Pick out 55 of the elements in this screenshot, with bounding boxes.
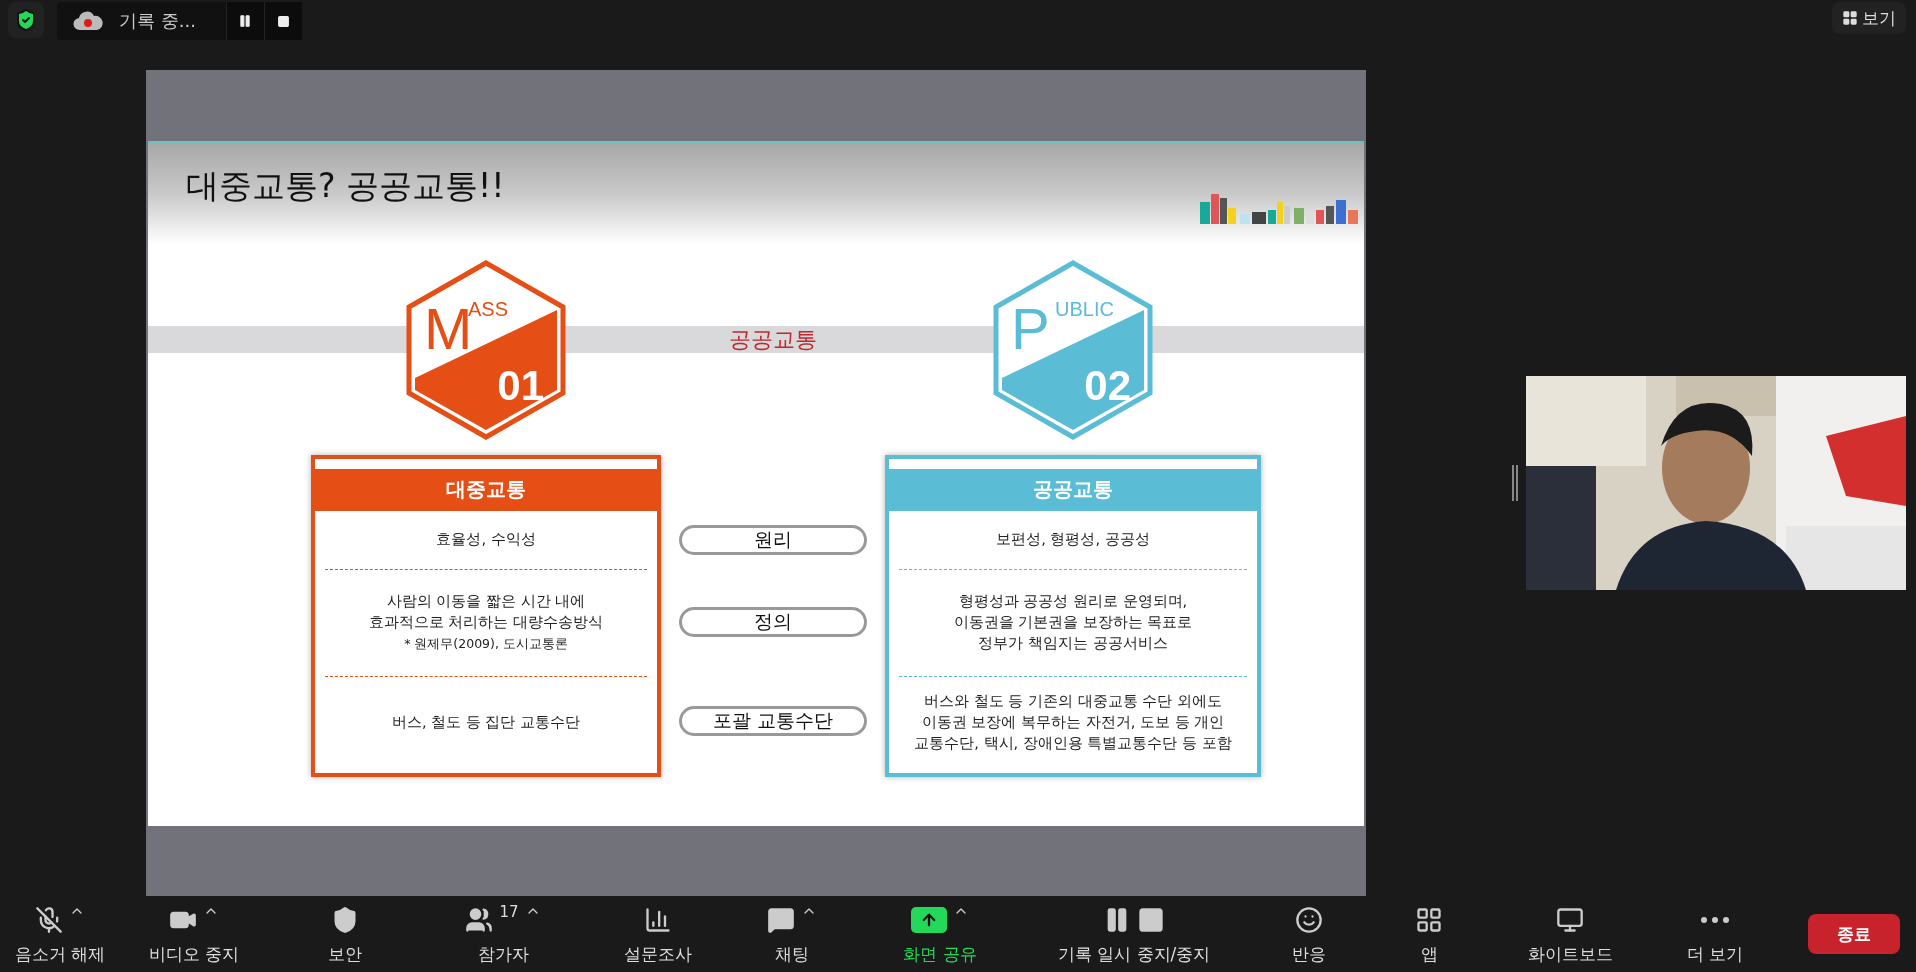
card-text: 효과적으로 처리하는 대량수송방식 [368,612,604,632]
smiley-icon [1295,905,1323,934]
participant-count: 17 [499,902,519,921]
grid-icon [1842,10,1858,26]
card-text: 정부가 책임지는 공공서비스 [978,634,1168,653]
card-text: 효율성, 수익성 [436,530,536,549]
hexagon-number: 01 [497,361,544,410]
toolbar-button[interactable]: 채팅 [728,902,856,966]
bar-chart-icon [644,905,672,934]
card-text: 보편성, 형평성, 공공성 [996,530,1150,549]
criterion-pill: 정의 [679,606,867,637]
more-icon [1701,916,1729,923]
whiteboard-icon [1556,905,1584,934]
toolbar-button[interactable]: 음소거 해제 [4,902,116,966]
card-text: 교통수단, 택시, 장애인용 특별교통수단 등 포함 [914,734,1232,753]
people-icon [465,905,494,934]
citation-note: * 원제무(2009), 도시교통론 [404,634,568,653]
slide-title: 대중교통? 공공교통!! [186,164,505,207]
hexagon-word: UBLIC [1055,297,1114,321]
end-meeting-button[interactable]: 종료 [1808,914,1900,954]
stop-button[interactable] [263,2,302,40]
view-button[interactable]: 보기 [1832,2,1906,34]
hexagon-letter: P [1011,299,1050,358]
cloud-record-icon [73,10,103,32]
apps-icon [1415,905,1443,934]
hexagon-number: 02 [1084,361,1131,410]
recording-label: 기록 중... [118,9,197,33]
card-text: 버스, 철도 등 집단 교통수단 [391,713,580,732]
toolbar-button[interactable]: 앱 [1374,902,1484,966]
card-text: 사람의 이동을 짧은 시간 내에 [386,591,586,611]
criterion-pill: 원리 [679,524,867,555]
pause-icon [238,14,253,28]
chat-bubble-icon [767,905,795,934]
pause-button[interactable] [225,2,264,40]
toolbar-button[interactable]: 화이트보드 [1484,902,1656,966]
toolbar-button[interactable]: 비디오 중지 [116,902,272,966]
stop-icon [276,14,290,28]
security-badge[interactable] [8,2,44,38]
toolbar-button[interactable]: 기록 일시 중지/중지 [1024,902,1244,966]
drag-handle[interactable] [1512,465,1518,501]
criterion-pill: 포괄 교통수단 [679,705,867,736]
card-text: 버스와 철도 등 기존의 대중교통 수단 외에도 [924,692,1222,711]
toolbar-button[interactable]: 더 보기 [1656,902,1774,966]
toolbar-button[interactable]: 보안 [272,902,418,966]
toolbar-button[interactable]: 17 참가자 [418,902,588,966]
band-label: 공공교통 [729,325,817,353]
toolbar-button[interactable]: 설문조사 [588,902,728,966]
card-header: 공공교통 [889,468,1257,511]
card-text: 형평성과 공공성 원리로 운영되며, [958,592,1188,611]
stop-icon [1137,905,1165,934]
toolbar-button[interactable]: 반응 [1244,902,1374,966]
card-text: 이동권 보장에 복무하는 자전거, 도보 등 개인 [921,713,1225,732]
card-header: 대중교통 [315,468,657,511]
toolbar-button[interactable]: 화면 공유 [856,902,1024,966]
card-text: 이동권을 기본권을 보장하는 목표로 [953,613,1193,632]
